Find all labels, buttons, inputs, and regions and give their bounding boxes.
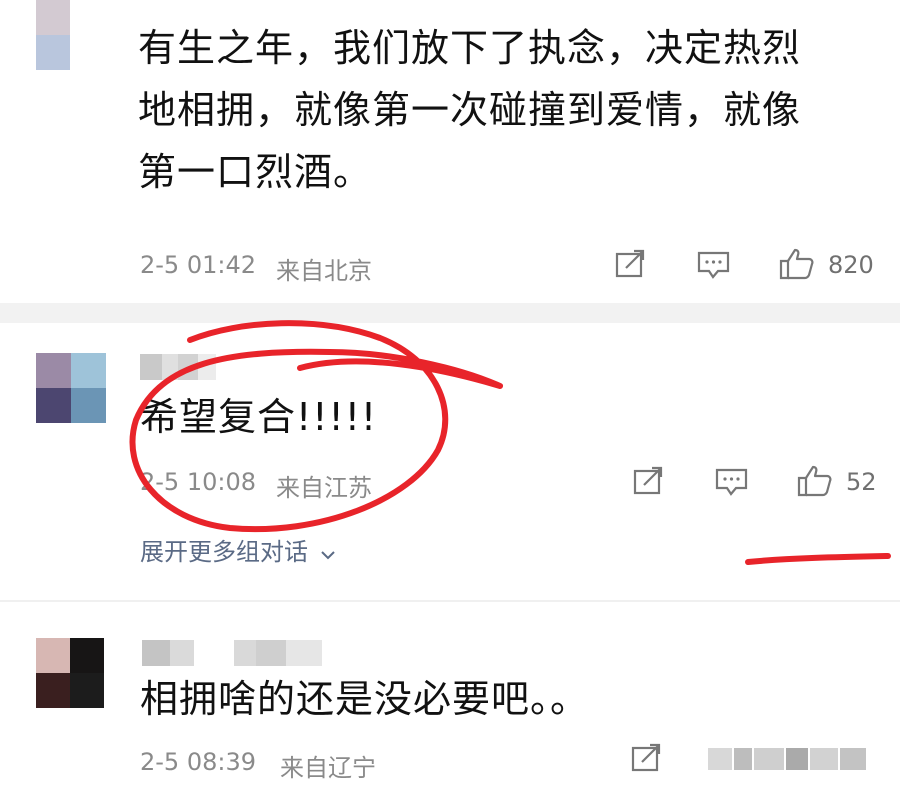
avatar-tile [71, 388, 106, 423]
like-count: 820 [828, 251, 874, 279]
comment-timestamp: 2-5 01:42 [140, 251, 256, 279]
avatar-tile [36, 673, 70, 708]
reply-icon[interactable] [696, 250, 732, 280]
like-count: 52 [846, 468, 877, 496]
avatar[interactable] [36, 353, 106, 423]
username-obscured [140, 354, 216, 380]
thumbs-up-icon[interactable] [778, 247, 816, 281]
comment-timestamp: 2-5 08:39 [140, 748, 256, 776]
share-icon[interactable] [614, 249, 648, 279]
comment-location: 来自江苏 [276, 474, 372, 502]
comment-timestamp: 2-5 10:08 [140, 468, 256, 496]
comment-location: 来自辽宁 [280, 754, 376, 782]
share-icon[interactable] [630, 743, 664, 773]
expand-conversation-link[interactable]: 展开更多组对话 [140, 532, 336, 567]
comment-text: 地相拥，就像第一次碰撞到爱情，就像 [138, 88, 802, 132]
username-obscured [142, 640, 322, 666]
thumbs-up-icon[interactable] [796, 464, 834, 498]
chevron-down-icon [320, 539, 336, 567]
divider [0, 600, 900, 602]
avatar-tile [70, 673, 104, 708]
annotation-underline [745, 553, 891, 565]
comment-text: 第一口烈酒。 [138, 150, 373, 194]
comment-location: 来自北京 [276, 257, 372, 285]
avatar[interactable] [36, 638, 104, 708]
share-icon[interactable] [632, 466, 666, 496]
watermark-obscured [708, 744, 868, 774]
reply-icon[interactable] [714, 467, 750, 497]
avatar-tile [36, 0, 70, 35]
avatar-tile [36, 638, 70, 673]
avatar-tile [70, 35, 104, 70]
comment-text: 有生之年，我们放下了执念，决定热烈 [138, 26, 802, 70]
comment-text: 相拥啥的还是没必要吧。。 [140, 677, 590, 721]
divider [0, 303, 900, 323]
avatar[interactable] [36, 0, 104, 70]
avatar-tile [70, 0, 104, 35]
avatar-tile [36, 388, 71, 423]
avatar-tile [36, 35, 70, 70]
avatar-tile [70, 638, 104, 673]
comment-text: 希望复合!!!!! [140, 395, 378, 439]
avatar-tile [36, 353, 71, 388]
avatar-tile [71, 353, 106, 388]
expand-label: 展开更多组对话 [140, 538, 308, 566]
